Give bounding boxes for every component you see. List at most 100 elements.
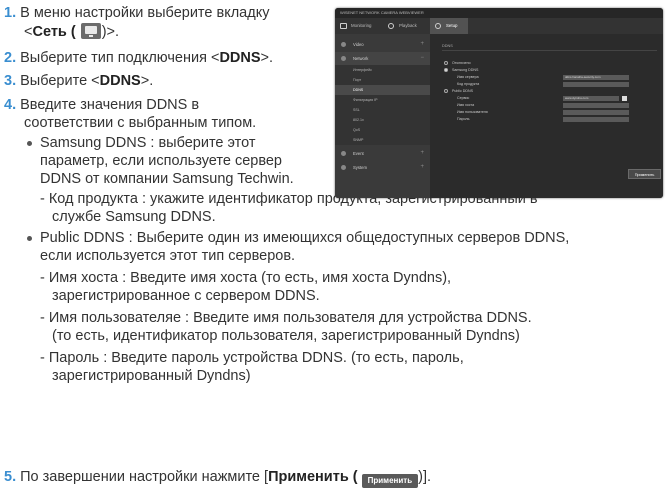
server-name-field[interactable]: ddns.hanwha-security.com xyxy=(563,75,629,80)
user-line-2: (то есть, идентификатор пользователя, за… xyxy=(52,328,520,344)
ddns-settings-panel: DDNS Отключено Samsung DDNS Имя сервера … xyxy=(430,34,663,198)
password-line-1: - Пароль : Введите пароль устройства DDN… xyxy=(40,350,464,366)
submenu-item[interactable]: Фильтрация IP xyxy=(335,95,430,105)
panel-title: DDNS xyxy=(442,44,453,48)
step-number: 3. xyxy=(4,73,17,89)
step-number: 5. xyxy=(4,469,17,485)
expand-icon: + xyxy=(420,41,424,47)
step-text-end: )]. xyxy=(418,469,432,485)
expand-icon: + xyxy=(420,150,424,156)
radio-off-label: Отключено xyxy=(452,61,471,65)
step-text: В меню настройки выберите вкладку xyxy=(20,5,270,21)
step-5: 5. По завершении настройки нажмите [Прим… xyxy=(4,468,431,488)
samsung-ddns-line-3: DDNS от компании Samsung Techwin. xyxy=(40,171,294,187)
bracket-close: )>. xyxy=(101,24,120,40)
sidebar-item-event[interactable]: Event + xyxy=(335,147,430,160)
submenu-item-ddns[interactable]: DDNS xyxy=(335,85,430,95)
public-ddns-line-1: Public DDNS : Выберите один из имеющихся… xyxy=(40,230,570,246)
step-number: 1. xyxy=(4,5,17,21)
apply-button[interactable]: Применить xyxy=(628,169,661,179)
step-text: Введите значения DDNS в xyxy=(20,97,200,113)
video-icon xyxy=(341,42,346,47)
service-select[interactable]: www.dyndns.com xyxy=(563,96,619,101)
step-text-end: >. xyxy=(260,50,274,66)
gear-icon xyxy=(435,23,441,29)
step-text: Выберите тип подключения < xyxy=(20,50,220,66)
field-label: Сервис xyxy=(457,96,470,100)
sidebar-item-network[interactable]: Network − xyxy=(335,52,430,65)
monitor-icon xyxy=(340,23,347,29)
step-4: 4. Введите значения DDNS в xyxy=(4,96,199,114)
tab-label: Monitoring xyxy=(351,23,372,28)
ddns-label: DDNS xyxy=(99,73,141,89)
field-label: Имя хоста xyxy=(457,103,475,107)
host-name-field[interactable] xyxy=(563,103,629,108)
samsung-ddns-line-2: параметр, если используете сервер xyxy=(40,153,282,169)
dropdown-arrow-icon[interactable] xyxy=(622,96,627,101)
apply-button-image: Применить xyxy=(361,474,419,488)
radio-samsung-ddns[interactable] xyxy=(444,68,448,72)
system-icon xyxy=(341,165,346,170)
tab-label: Playback xyxy=(399,23,417,28)
step-3: 3. Выберите <DDNS>. xyxy=(4,72,153,90)
divider xyxy=(442,50,657,51)
user-line-1: - Имя пользователяе : Введите имя пользо… xyxy=(40,310,532,326)
collapse-icon: − xyxy=(420,55,424,61)
tab-playback[interactable]: Playback xyxy=(383,18,430,34)
bullet xyxy=(27,141,32,146)
radio-public-ddns[interactable] xyxy=(444,89,448,93)
field-label: Код продукта xyxy=(457,82,480,86)
tab-setup[interactable]: Setup xyxy=(430,18,468,34)
product-code-line-2: службе Samsung DDNS. xyxy=(52,209,216,225)
step-number: 2. xyxy=(4,50,17,66)
password-field[interactable] xyxy=(563,117,629,122)
tab-bar: Monitoring Playback Setup xyxy=(335,18,663,34)
sidebar-item-label: System xyxy=(353,165,367,170)
sidebar-item-label: Network xyxy=(353,56,369,61)
password-line-2: зарегистрированный Dyndns) xyxy=(52,368,251,384)
app-title: WISENET NETWORK CAMERA WEBVIEWER xyxy=(335,8,663,18)
submenu-item[interactable]: SNMP xyxy=(335,135,430,145)
step-text-end: >. xyxy=(140,73,154,89)
apply-label: Применить ( xyxy=(268,469,358,485)
radio-samsung-label: Samsung DDNS xyxy=(452,68,479,72)
field-label: Имя сервера xyxy=(457,75,479,79)
sidebar-item-system[interactable]: System + xyxy=(335,161,430,174)
step-2: 2. Выберите тип подключения <DDNS>. xyxy=(4,49,273,67)
event-icon xyxy=(341,151,346,156)
step-text: По завершении настройки нажмите [ xyxy=(20,469,269,485)
sidebar: Video + Network − Интерфейс Порт DDNS Филь… xyxy=(335,34,430,198)
product-code-field[interactable] xyxy=(563,82,629,87)
network-label: Сеть ( xyxy=(32,24,76,40)
submenu-item[interactable]: QoS xyxy=(335,125,430,135)
setup-screenshot: WISENET NETWORK CAMERA WEBVIEWER Monitor… xyxy=(335,8,663,198)
field-label: Имя пользователя xyxy=(457,110,488,114)
sidebar-item-video[interactable]: Video + xyxy=(335,38,430,51)
samsung-ddns-line-1: Samsung DDNS : выберите этот xyxy=(40,135,256,151)
tab-label: Setup xyxy=(446,23,458,28)
sidebar-item-label: Event xyxy=(353,151,364,156)
radio-off[interactable] xyxy=(444,61,448,65)
public-ddns-line-2: если используется этот тип серверов. xyxy=(40,248,296,264)
tab-monitoring[interactable]: Monitoring xyxy=(335,18,383,34)
monitor-icon xyxy=(80,23,101,39)
step-1: 1. В меню настройки выберите вкладку xyxy=(4,4,269,22)
submenu-item[interactable]: Порт xyxy=(335,75,430,85)
radio-public-label: Public DDNS xyxy=(452,89,473,93)
network-icon xyxy=(341,56,346,61)
step-1-line-2: <Сеть ( )>. xyxy=(24,23,119,41)
submenu-item[interactable]: SSL xyxy=(335,105,430,115)
expand-icon: + xyxy=(420,164,424,170)
submenu-item[interactable]: 802.1x xyxy=(335,115,430,125)
step-number: 4. xyxy=(4,97,17,113)
user-name-field[interactable] xyxy=(563,110,629,115)
playback-icon xyxy=(388,23,394,29)
host-line-2: зарегистрированное с сервером DDNS. xyxy=(52,288,320,304)
submenu-item[interactable]: Интерфейс xyxy=(335,65,430,75)
step-text: Выберите < xyxy=(20,73,100,89)
host-line-1: - Имя хоста : Введите имя хоста (то есть… xyxy=(40,270,452,286)
sidebar-item-label: Video xyxy=(353,42,364,47)
bullet xyxy=(27,236,32,241)
field-label: Пароль xyxy=(457,117,470,121)
ddns-label: DDNS xyxy=(219,50,261,66)
